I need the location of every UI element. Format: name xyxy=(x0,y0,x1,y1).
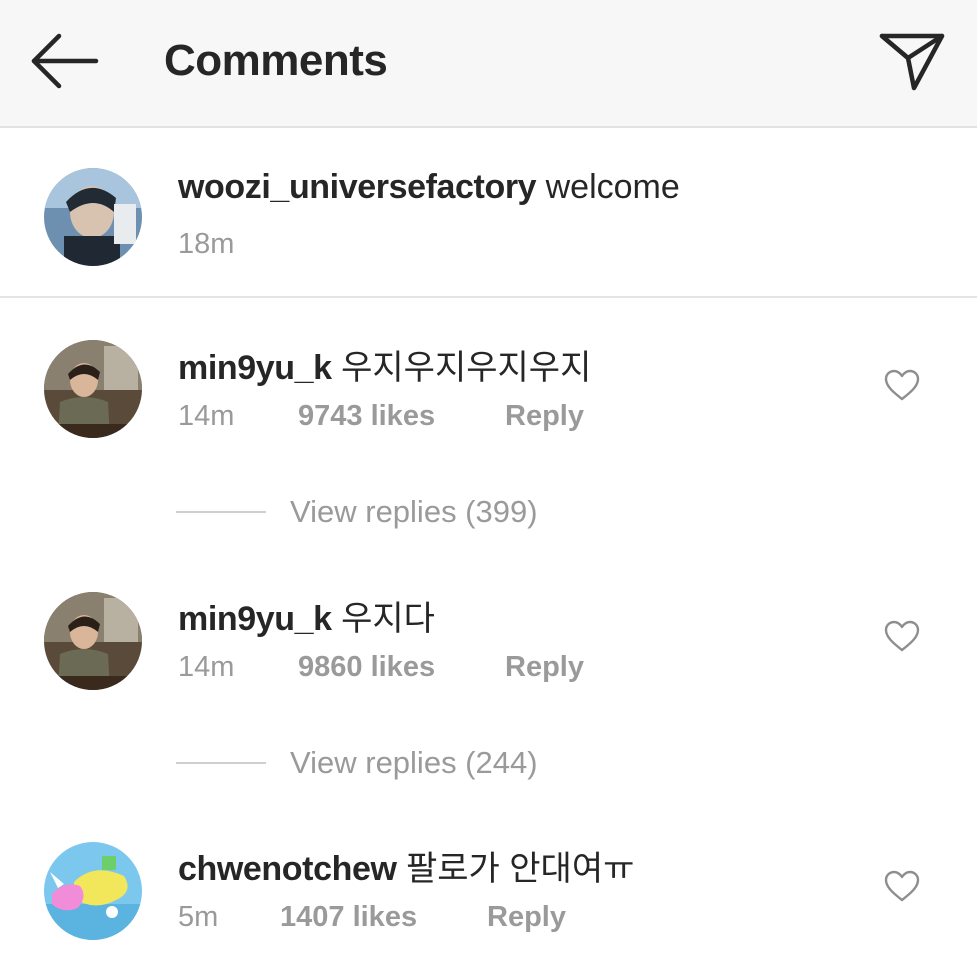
heart-icon[interactable] xyxy=(883,869,921,903)
caption-text: woozi_universefactory welcome xyxy=(178,168,680,207)
likes-count[interactable]: 9743 likes xyxy=(298,400,505,433)
view-replies-button[interactable]: View replies (399) xyxy=(176,492,538,532)
avatar[interactable] xyxy=(44,340,142,438)
avatar[interactable] xyxy=(44,842,142,940)
heart-icon[interactable] xyxy=(883,368,921,402)
comment-body: 우지우지우지우지 xyxy=(341,349,592,387)
post-caption: woozi_universefactory welcome 18m xyxy=(0,128,977,298)
comment-time: 5m xyxy=(178,901,219,933)
comment-text: chwenotchew 팔로가 안대여ㅠ xyxy=(178,841,634,890)
caption-meta: 18m xyxy=(178,228,234,261)
reply-button[interactable]: Reply xyxy=(487,901,566,934)
comment-text: min9yu_k 우지다 xyxy=(178,591,435,640)
view-replies-label: View replies (399) xyxy=(290,494,538,529)
caption-username[interactable]: woozi_universefactory xyxy=(178,168,537,206)
comment-meta: 5m 1407 likes Reply xyxy=(178,901,566,934)
reply-button[interactable]: Reply xyxy=(505,400,584,433)
back-button[interactable] xyxy=(28,30,100,92)
caption-body: welcome xyxy=(545,168,680,206)
caption-time: 18m xyxy=(178,228,235,260)
comment-meta: 14m 9860 likes Reply xyxy=(178,651,584,684)
replies-divider xyxy=(176,511,266,513)
view-replies-label: View replies (244) xyxy=(290,745,538,780)
top-app-bar: Comments xyxy=(0,0,977,128)
comment-username[interactable]: min9yu_k xyxy=(178,349,332,387)
comment-text: min9yu_k 우지우지우지우지 xyxy=(178,340,591,389)
comment-time: 14m xyxy=(178,651,235,683)
arrow-left-icon xyxy=(31,33,99,89)
comment-time: 14m xyxy=(178,400,235,432)
comment-body: 팔로가 안대여ㅠ xyxy=(405,850,635,888)
comment-meta: 14m 9743 likes Reply xyxy=(178,400,584,433)
page-title: Comments xyxy=(164,36,388,85)
comment-username[interactable]: min9yu_k xyxy=(178,600,332,638)
direct-share-button[interactable] xyxy=(874,24,950,96)
reply-button[interactable]: Reply xyxy=(505,651,584,684)
avatar[interactable] xyxy=(44,592,142,690)
heart-icon[interactable] xyxy=(883,619,921,653)
likes-count[interactable]: 9860 likes xyxy=(298,651,505,684)
replies-divider xyxy=(176,762,266,764)
paper-plane-icon xyxy=(879,33,945,91)
view-replies-button[interactable]: View replies (244) xyxy=(176,743,538,783)
likes-count[interactable]: 1407 likes xyxy=(280,901,487,934)
avatar[interactable] xyxy=(44,168,142,266)
comment-body: 우지다 xyxy=(341,600,435,638)
comment-username[interactable]: chwenotchew xyxy=(178,850,397,888)
